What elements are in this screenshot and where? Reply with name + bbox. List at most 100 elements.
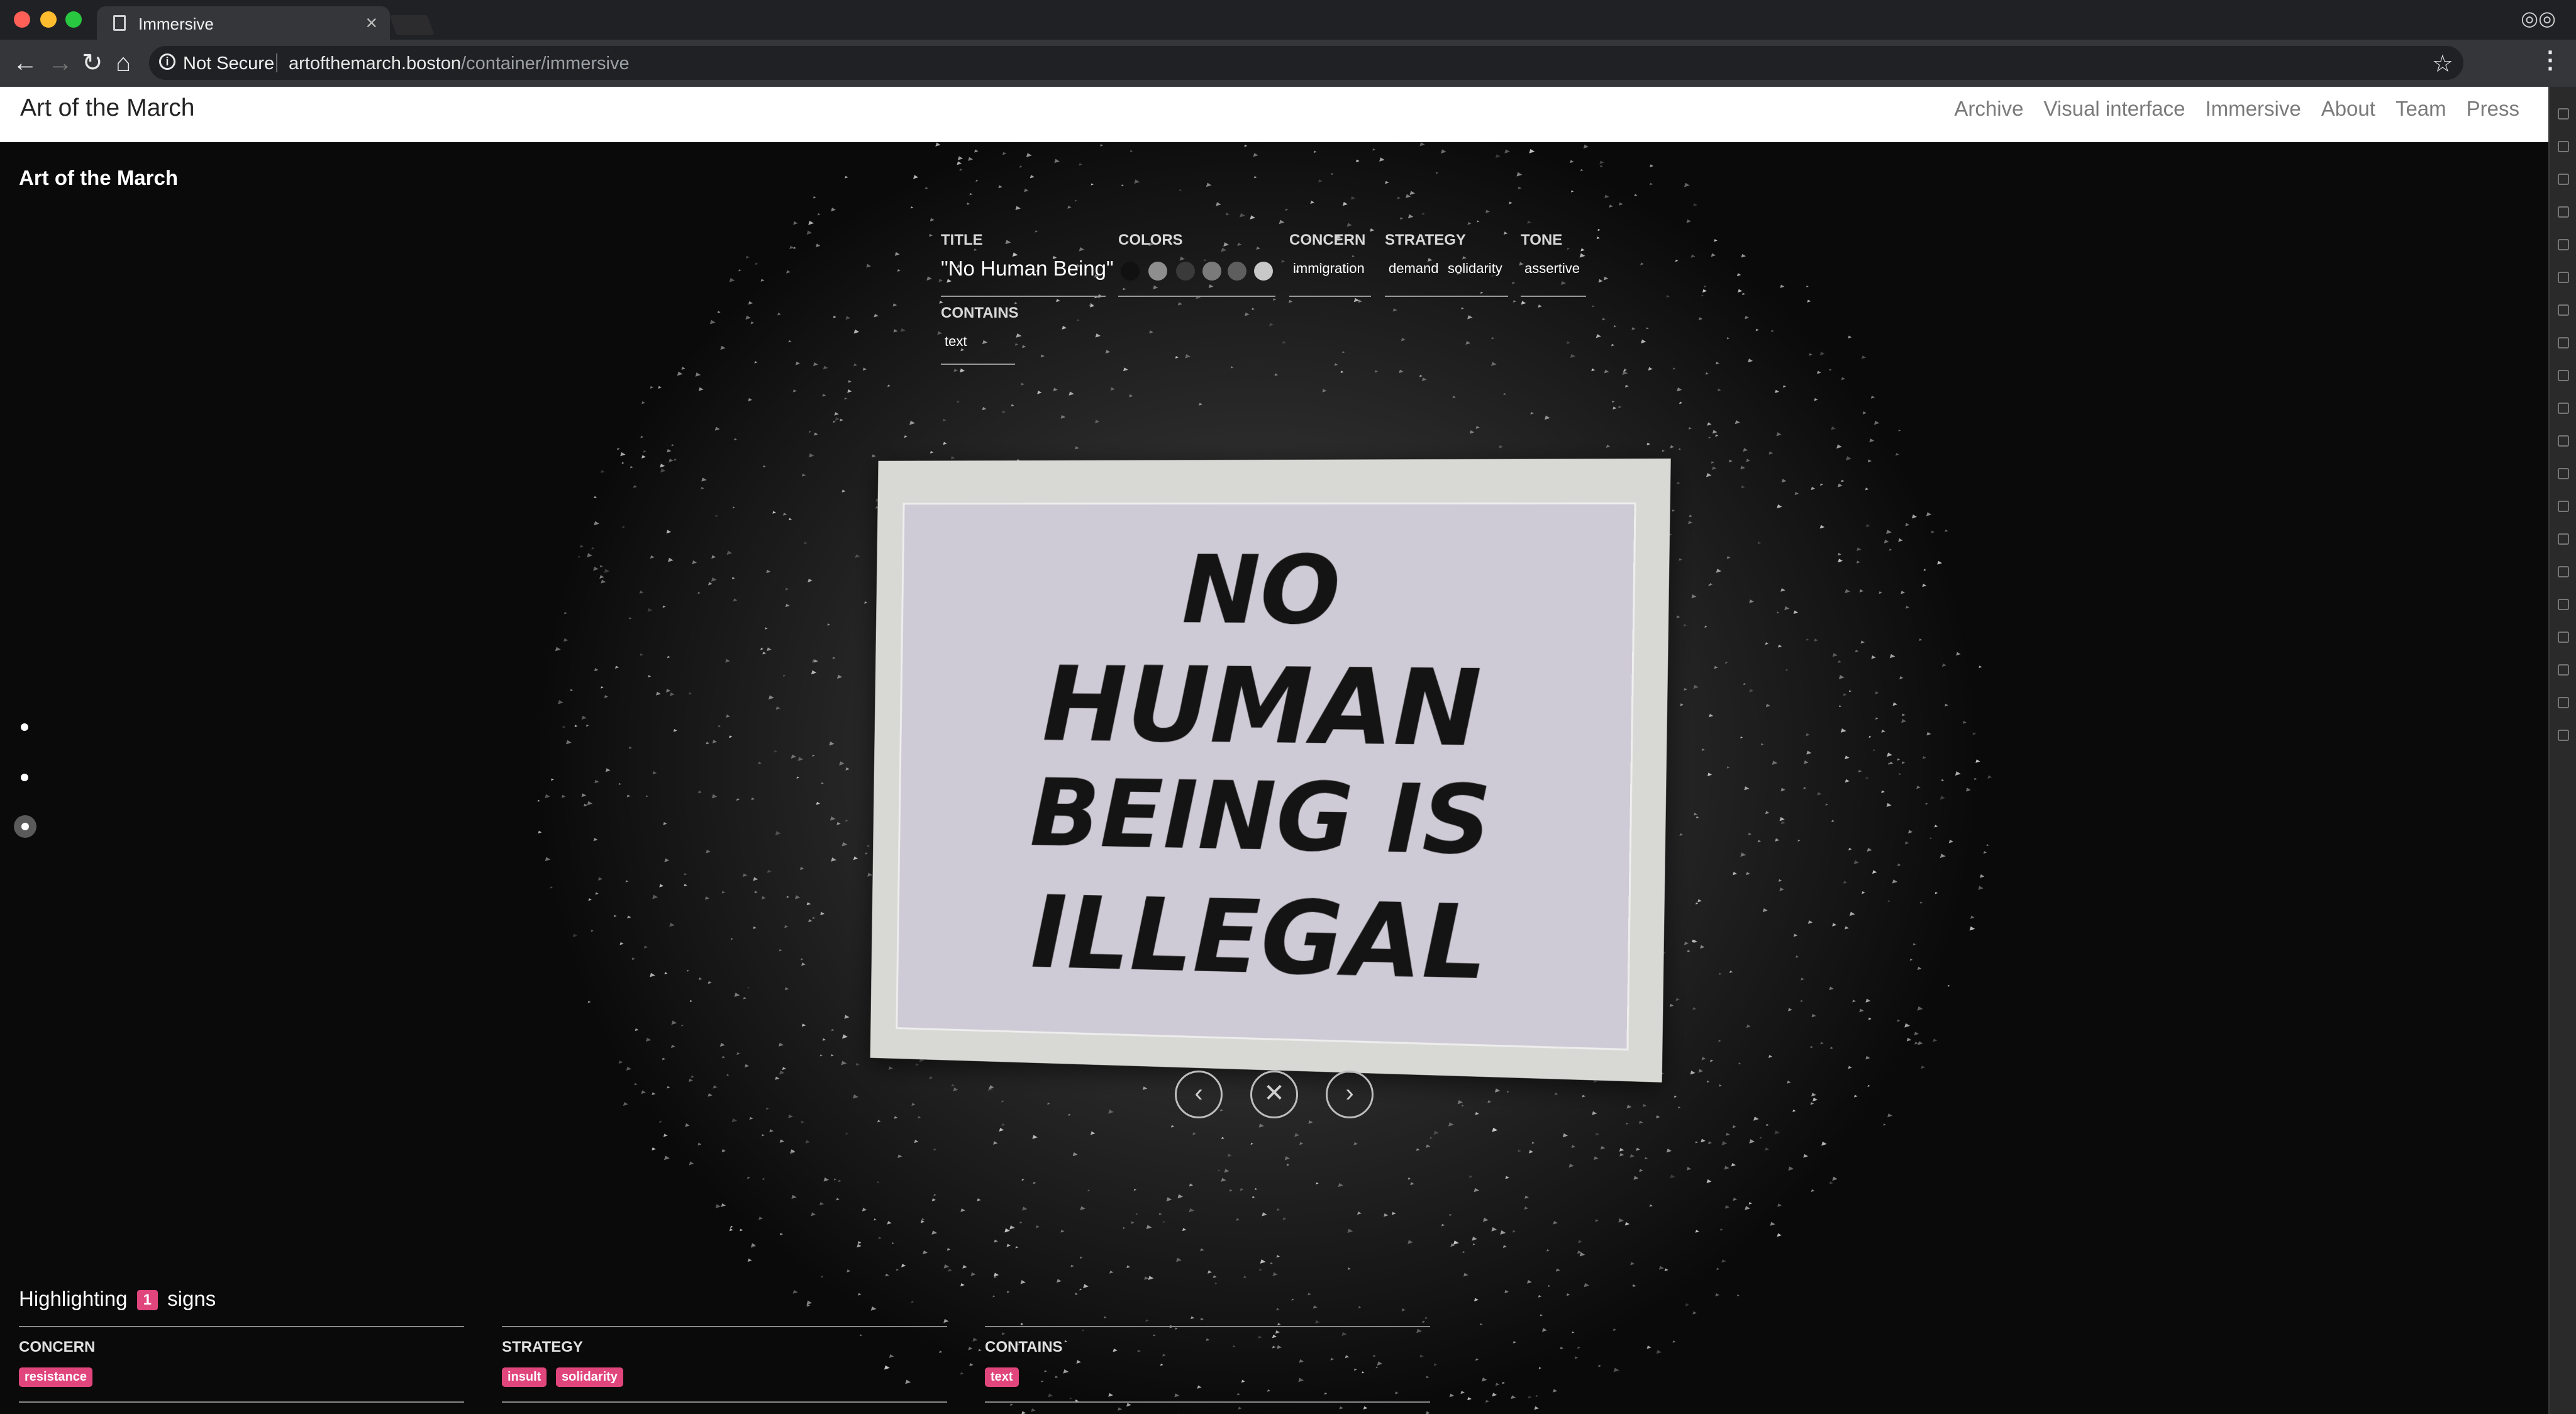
particle <box>1690 254 1696 258</box>
browser-tab[interactable]: Immersive × <box>97 6 390 40</box>
particle <box>1685 1303 1690 1306</box>
particle <box>1901 713 1906 716</box>
previous-sign-button[interactable]: ‹ <box>1175 1071 1223 1118</box>
maximize-window-button[interactable] <box>65 11 82 28</box>
new-tab-button[interactable] <box>389 15 435 35</box>
particle <box>845 175 848 179</box>
particle <box>681 367 686 370</box>
nav-link-team[interactable]: Team <box>2396 97 2446 121</box>
particle <box>931 1230 938 1235</box>
particle <box>811 1212 816 1216</box>
filter-tag-text[interactable]: text <box>985 1367 1019 1387</box>
particle <box>718 725 721 727</box>
particle <box>1859 589 1864 593</box>
nav-link-press[interactable]: Press <box>2467 97 2519 121</box>
particle <box>1852 999 1857 1003</box>
particle <box>1236 1393 1240 1396</box>
section-dot-1[interactable] <box>21 723 28 731</box>
particle <box>1797 839 1801 842</box>
particle <box>1755 328 1759 331</box>
particle <box>1886 530 1892 534</box>
reload-icon[interactable]: ↻ <box>82 48 103 77</box>
particle <box>1914 1032 1919 1036</box>
particle <box>1719 1084 1722 1087</box>
nav-link-about[interactable]: About <box>2321 97 2375 121</box>
particle <box>1686 219 1691 223</box>
protest-sign-image[interactable]: NO HUMAN BEING IS ILLEGAL <box>870 459 1671 1083</box>
particle <box>1811 486 1816 491</box>
section-dot-2[interactable] <box>21 774 28 781</box>
particle <box>1315 1320 1320 1324</box>
particle <box>1513 299 1517 303</box>
particle <box>1887 899 1890 903</box>
particle <box>1913 943 1916 946</box>
home-icon[interactable]: ⌂ <box>116 48 131 77</box>
particle <box>583 803 588 807</box>
close-sign-button[interactable]: ✕ <box>1250 1071 1298 1118</box>
particle <box>1262 1212 1267 1216</box>
tab-title: Immersive <box>138 14 214 33</box>
particle <box>600 469 605 474</box>
particle <box>1729 970 1733 974</box>
particle <box>747 986 750 989</box>
particle <box>674 458 677 461</box>
nav-link-immersive[interactable]: Immersive <box>2206 97 2301 121</box>
particle <box>819 1201 824 1206</box>
particle <box>1035 230 1038 233</box>
particle <box>1016 333 1022 338</box>
particle <box>1506 1090 1509 1093</box>
particle <box>1908 830 1913 834</box>
particle <box>974 149 979 153</box>
particle <box>747 1176 750 1179</box>
particle <box>594 668 599 672</box>
filter-tag-insult[interactable]: insult <box>502 1367 547 1387</box>
particle <box>1845 755 1850 760</box>
forward-icon[interactable]: → <box>48 48 73 77</box>
particle <box>1853 1094 1858 1098</box>
particle <box>1482 1217 1489 1222</box>
particle <box>685 1123 690 1127</box>
bookmark-star-icon[interactable]: ☆ <box>2432 50 2453 78</box>
browser-menu-icon[interactable]: ⋮ <box>2538 46 2562 74</box>
particle <box>1738 1062 1741 1065</box>
particle <box>1658 1266 1664 1270</box>
particle <box>1829 1181 1834 1184</box>
particle <box>806 902 811 906</box>
particle <box>1474 1188 1479 1193</box>
particle <box>1859 1008 1864 1013</box>
particle <box>1678 448 1682 450</box>
particle <box>1177 302 1183 306</box>
particle <box>767 869 772 873</box>
brand-link[interactable]: Art of the March <box>20 94 194 122</box>
particle <box>911 1301 914 1303</box>
filter-tag-solidarity[interactable]: solidarity <box>556 1367 623 1387</box>
info-icon[interactable]: i <box>159 53 175 70</box>
security-label[interactable]: Not Secure <box>183 53 274 74</box>
particle <box>1810 1045 1813 1049</box>
particle <box>1113 1348 1118 1352</box>
filter-tag-resistance[interactable]: resistance <box>19 1367 92 1387</box>
particle <box>1203 259 1208 262</box>
particle <box>1740 852 1746 857</box>
back-icon[interactable]: ← <box>13 48 38 77</box>
particle <box>852 1094 858 1099</box>
particle <box>641 401 646 404</box>
minimize-window-button[interactable] <box>40 11 57 28</box>
particle <box>1619 1148 1624 1152</box>
particle <box>901 1264 906 1267</box>
particle <box>1531 1142 1535 1144</box>
particle <box>792 1289 798 1294</box>
close-tab-icon[interactable]: × <box>365 11 377 35</box>
nav-link-archive[interactable]: Archive <box>1954 97 2023 121</box>
next-sign-button[interactable]: › <box>1326 1071 1374 1118</box>
particle <box>1355 159 1360 162</box>
particle <box>1221 247 1227 252</box>
url-text[interactable]: artofthemarch.boston/container/immersive <box>289 53 630 74</box>
particle <box>1322 389 1327 392</box>
immersive-scene[interactable]: Art of the March TITLE "No Human Being" … <box>0 142 2548 1414</box>
close-window-button[interactable] <box>14 11 30 28</box>
section-dot-active[interactable] <box>14 815 36 838</box>
particle <box>841 842 848 847</box>
nav-link-visual-interface[interactable]: Visual interface <box>2043 97 2185 121</box>
address-bar[interactable]: i Not Secure artofthemarch.boston/contai… <box>149 46 2463 80</box>
